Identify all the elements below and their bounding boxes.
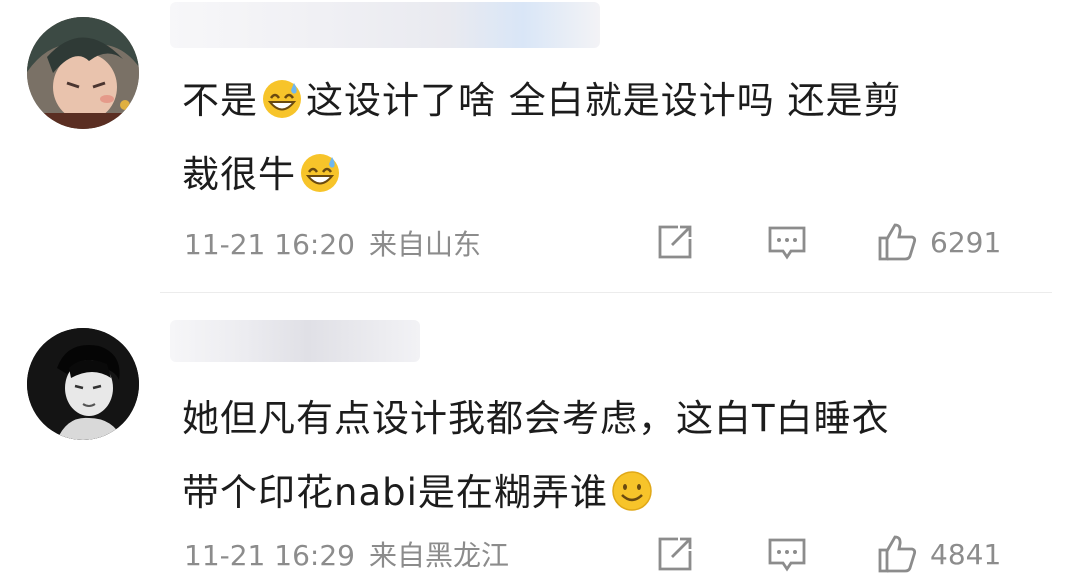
comment-location: 来自山东 (368, 228, 481, 261)
comment-meta: 11-21 16:20 来自山东 (184, 223, 495, 263)
smile-emoji (610, 469, 654, 513)
reply-button[interactable] (766, 220, 808, 264)
share-icon (658, 225, 692, 259)
comment-icon (768, 538, 806, 572)
comment-line: 她但凡有点设计我都会考虑，这白T白睡衣 (182, 397, 890, 440)
username-blurred[interactable] (170, 320, 420, 362)
sweat-smile-emoji (260, 77, 304, 121)
like-button[interactable]: 4841 (876, 532, 1001, 576)
comment-location: 来自黑龙江 (368, 539, 509, 572)
avatar[interactable] (27, 17, 139, 129)
comment-actions: 6291 (650, 220, 1030, 264)
share-button[interactable] (654, 532, 696, 576)
like-count: 6291 (930, 225, 1002, 259)
share-button[interactable] (654, 220, 696, 264)
comment-icon (768, 226, 806, 260)
reply-button[interactable] (766, 532, 808, 576)
comment-text: 她但凡有点设计我都会考虑，这白T白睡衣 带个印花nabi是在糊弄谁 (182, 382, 1042, 530)
comment-line: 裁很牛 (182, 138, 1042, 212)
like-count: 4841 (930, 537, 1002, 571)
comment-item: 不是 这设计了啥 全白就是设计吗 还是剪 裁很牛 11-21 16:20 来自山东 … (0, 0, 1092, 292)
like-button[interactable]: 6291 (876, 220, 1001, 264)
thumbs-up-icon (878, 535, 917, 573)
comment-line: 不是 这设计了啥 全白就是设计吗 还是剪 (182, 77, 902, 122)
comment-line: 带个印花nabi是在糊弄谁 (182, 456, 1042, 530)
comment-item: 她但凡有点设计我都会考虑，这白T白睡衣 带个印花nabi是在糊弄谁 11-21 … (0, 292, 1092, 588)
comment-actions: 4841 (650, 532, 1030, 576)
comment-time: 11-21 16:20 (184, 228, 355, 261)
avatar[interactable] (27, 328, 139, 440)
comment-meta: 11-21 16:29 来自黑龙江 (184, 534, 523, 574)
thumbs-up-icon (878, 223, 917, 261)
comment-time: 11-21 16:29 (184, 539, 355, 572)
comment-text: 不是 这设计了啥 全白就是设计吗 还是剪 裁很牛 (182, 64, 1042, 212)
share-icon (658, 537, 692, 571)
sweat-smile-emoji (298, 151, 342, 195)
username-blurred[interactable] (170, 2, 600, 48)
